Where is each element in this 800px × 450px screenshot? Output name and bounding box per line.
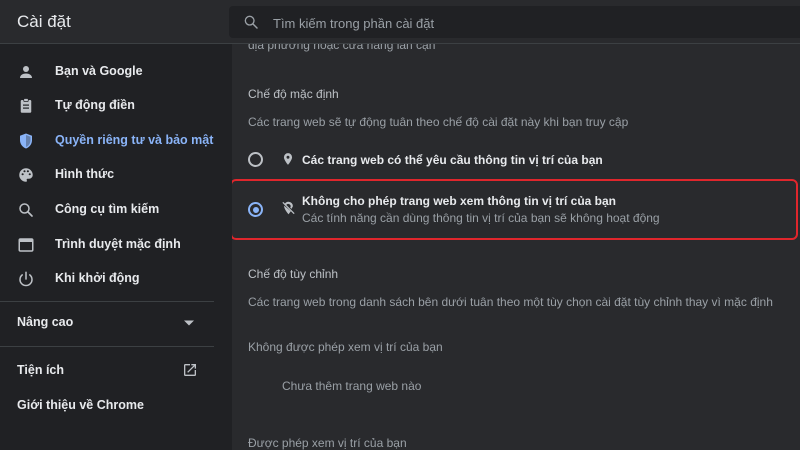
sidebar-item-label: Quyền riêng tư và bảo mật [55,133,214,147]
sidebar-item-on-startup[interactable]: Khi khởi động [0,262,214,296]
location-pin-icon [283,153,293,165]
default-mode-description: Các trang web sẽ tự động tuân theo chế đ… [248,115,629,129]
sidebar-item-label: Bạn và Google [55,64,143,78]
power-icon [19,271,33,287]
sidebar-item-label: Trình duyệt mặc định [55,237,181,251]
radio-button[interactable] [248,152,263,167]
person-icon [20,66,32,78]
advanced-label: Nâng cao [17,315,74,329]
sidebar-item-search-engine[interactable]: Công cụ tìm kiếm [0,193,214,227]
divider [0,301,214,302]
sidebar: Bạn và Google Tự động điền Quyền riêng t… [0,44,214,450]
sidebar-item-appearance[interactable]: Hình thức [0,158,214,192]
settings-content: địa phương hoặc cửa hàng lân cận Chế độ … [232,44,800,450]
sidebar-item-label: Hình thức [55,167,115,181]
search-icon [19,203,33,217]
about-label: Giới thiệu về Chrome [17,398,144,412]
sidebar-advanced-toggle[interactable]: Nâng cao [0,306,214,340]
open-in-new-icon [184,364,196,376]
truncated-description: địa phương hoặc cửa hàng lân cận [248,44,436,52]
custom-mode-heading: Chế độ tùy chỉnh [248,267,339,281]
sidebar-item-about-chrome[interactable]: Giới thiệu về Chrome [0,388,214,422]
blocked-sites-heading: Không được phép xem vị trí của bạn [248,340,443,354]
sidebar-item-privacy-security[interactable]: Quyền riêng tư và bảo mật [0,124,214,158]
sidebar-item-label: Tự động điền [55,98,135,112]
search-box[interactable] [229,6,800,40]
blocked-sites-empty: Chưa thêm trang web nào [282,379,422,393]
allowed-sites-heading: Được phép xem vị trí của bạn [248,436,407,450]
palette-icon [19,168,33,182]
chevron-down-icon [184,320,194,326]
extensions-label: Tiện ích [17,363,65,377]
custom-mode-description: Các trang web trong danh sách bên dưới t… [248,295,773,309]
top-bar: Cài đặt [0,0,800,44]
sidebar-item-you-and-google[interactable]: Bạn và Google [0,55,214,89]
divider [0,346,214,347]
option-allow-location[interactable]: Các trang web có thể yêu cầu thông tin v… [232,144,798,176]
default-mode-heading: Chế độ mặc định [248,87,339,101]
highlight-box [232,179,798,240]
shield-icon [20,133,32,149]
sidebar-item-default-browser[interactable]: Trình duyệt mặc định [0,228,214,262]
search-input[interactable] [271,6,775,40]
sidebar-item-extensions[interactable]: Tiện ích [0,353,214,387]
option-label: Các trang web có thể yêu cầu thông tin v… [302,153,603,167]
page-title: Cài đặt [17,12,71,31]
sidebar-item-label: Khi khởi động [55,271,140,285]
browser-icon [18,238,34,252]
search-icon [244,15,258,29]
sidebar-item-label: Công cụ tìm kiếm [55,202,160,216]
sidebar-item-autofill[interactable]: Tự động điền [0,89,214,123]
clipboard-icon [20,98,32,113]
